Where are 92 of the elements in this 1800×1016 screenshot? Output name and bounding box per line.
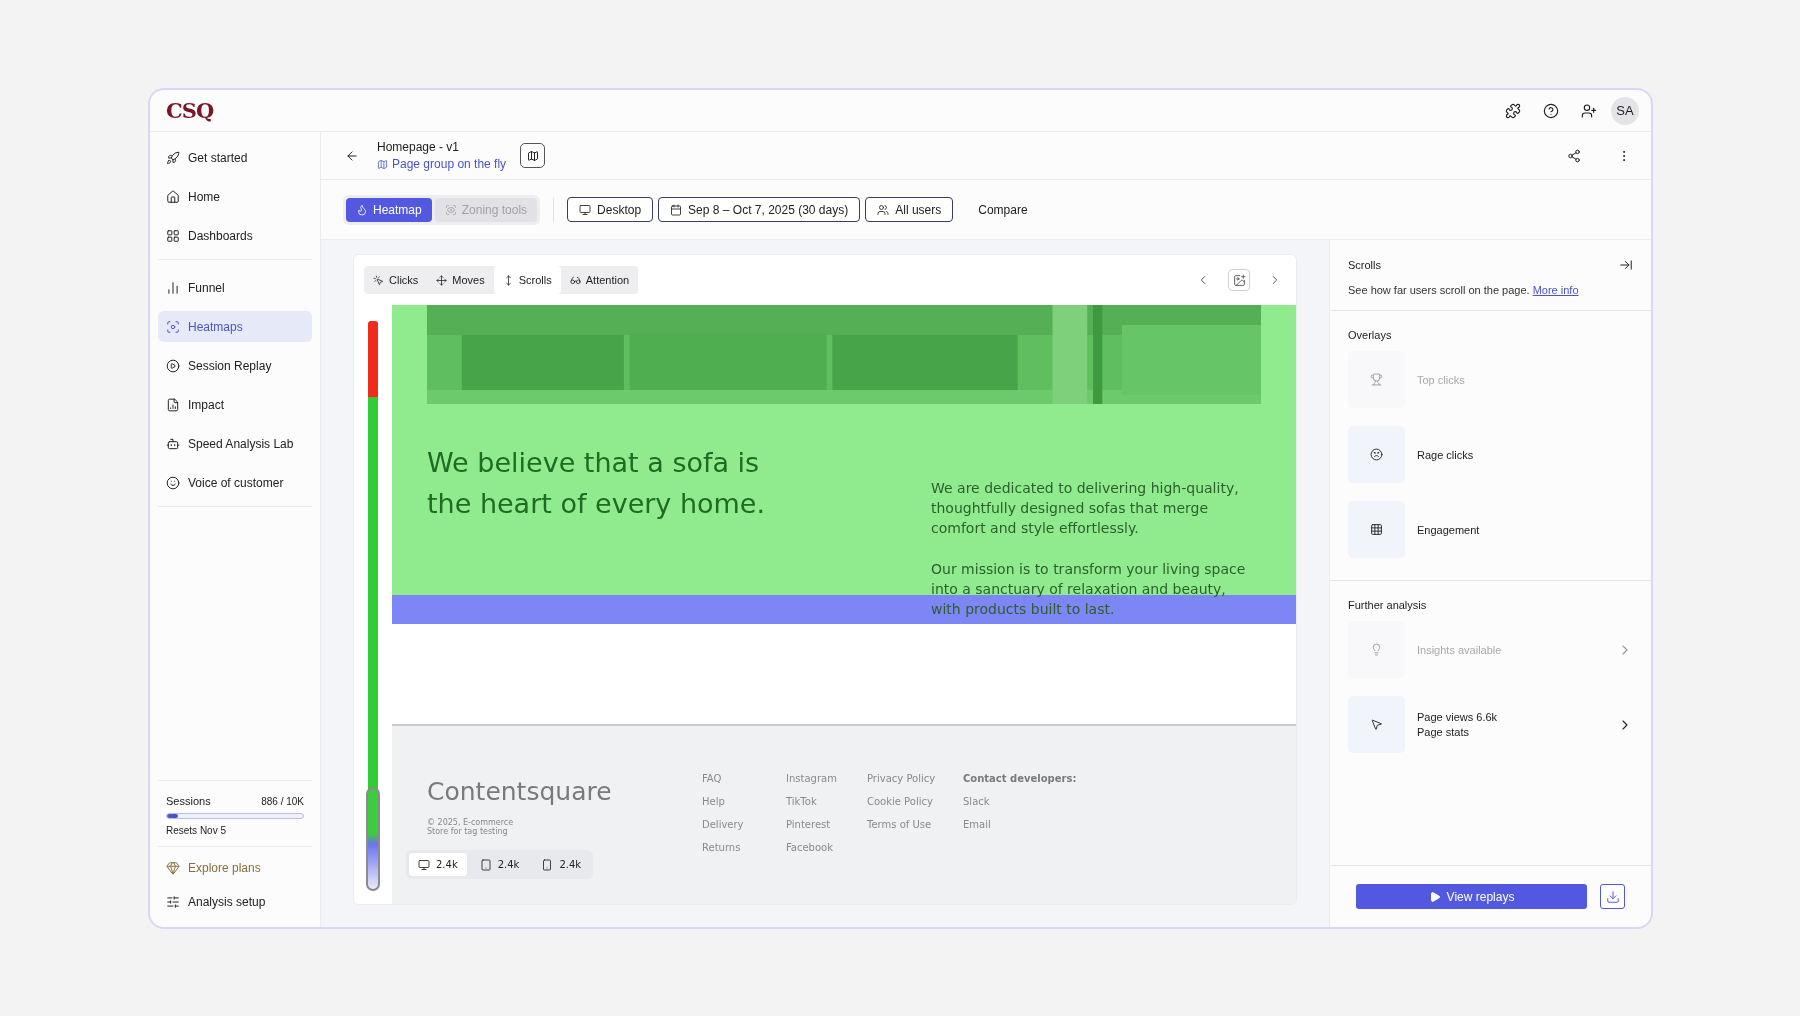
filter-button[interactable]: Desktop <box>567 197 654 222</box>
device-tab[interactable]: 2.4k <box>532 853 591 876</box>
compare-button[interactable]: Compare <box>972 201 1034 218</box>
page-group-link[interactable]: Page group on the fly <box>377 157 507 171</box>
sidebar-link[interactable]: Analysis setup <box>158 885 312 919</box>
page-title: Homepage - v1 <box>377 140 461 154</box>
sidebar-item[interactable]: Funnel <box>158 272 312 303</box>
paragraph: Our mission is to transform your living space into a sanctuary of relaxation and beauty, with products built to last. <box>931 560 1247 619</box>
headline: We believe that a sofa is the heart of every home. <box>427 446 767 521</box>
sidebar-item[interactable]: Impact <box>158 389 312 420</box>
view-replays-button[interactable]: View replays <box>1356 884 1587 909</box>
mode-tab[interactable]: Heatmap <box>346 197 432 222</box>
bar-chart-icon <box>166 280 180 295</box>
copyright-text: Store for tag testing <box>427 827 509 836</box>
users-icon <box>877 203 890 216</box>
pointer-icon <box>1370 718 1383 731</box>
overlay-label: Engagement <box>1417 523 1480 536</box>
download-icon <box>1605 889 1620 904</box>
view-mode-tab[interactable]: Scrolls <box>493 266 561 294</box>
add-user-icon <box>1581 102 1597 119</box>
footer-brand: Contentsquare <box>427 777 613 806</box>
sliders-icon <box>166 895 180 909</box>
sidebar-item[interactable]: Get started <box>158 142 312 173</box>
image-plus-icon <box>1232 273 1246 287</box>
overlay-label: Rage clicks <box>1417 448 1474 461</box>
footer-heading: Contact developers: <box>963 772 1078 786</box>
analysis-label: Page stats <box>1417 726 1470 738</box>
puzzle-icon <box>1505 102 1521 119</box>
overlay-button[interactable] <box>1348 501 1405 558</box>
copyright-text: © 2025, E-commerce <box>427 818 515 827</box>
move-icon <box>436 274 448 286</box>
cursor-click-icon <box>373 274 384 286</box>
focus-icon <box>166 319 180 334</box>
lightbulb-icon <box>1370 643 1383 656</box>
view-mode-tab[interactable]: Clicks <box>364 266 428 294</box>
sidebar-item[interactable]: Dashboards <box>158 220 312 251</box>
smile-icon <box>166 475 180 490</box>
tablet-icon <box>479 858 492 871</box>
more-info-link[interactable]: More info <box>1532 284 1579 296</box>
house-icon <box>166 189 180 204</box>
section-title: Further analysis <box>1348 599 1428 611</box>
analysis-label: Insights available <box>1417 643 1502 656</box>
view-mode-tab[interactable]: Attention <box>560 266 639 294</box>
play-icon <box>1428 890 1441 903</box>
map-icon <box>526 149 539 162</box>
download-button[interactable] <box>1600 884 1625 909</box>
calendar-icon <box>670 203 683 216</box>
share-icon <box>1567 148 1581 163</box>
angry-face-icon <box>1370 448 1383 461</box>
rocket-icon <box>166 150 180 165</box>
analysis-label: Page views 6.6k <box>1417 711 1498 723</box>
document-chart-icon <box>166 397 180 412</box>
panel-title: Scrolls <box>1348 259 1381 271</box>
grid-icon <box>166 228 180 243</box>
filter-button[interactable]: Sep 8 – Oct 7, 2025 (30 days) <box>658 197 861 222</box>
user-avatar[interactable]: SA <box>1611 96 1639 125</box>
grid-icon <box>1370 523 1383 536</box>
trophy-icon <box>1370 373 1383 386</box>
filter-button[interactable]: All users <box>865 197 954 222</box>
logo: CSQ <box>166 98 214 123</box>
section-title: Overlays <box>1348 329 1393 341</box>
sessions-reset-note: Resets Nov 5 <box>166 825 228 836</box>
snapshot-button[interactable] <box>1228 269 1250 291</box>
play-circle-icon <box>166 358 180 373</box>
monitor-icon <box>579 203 592 216</box>
sessions-count: 886 / 10K <box>261 795 304 807</box>
monitor-icon <box>418 858 430 871</box>
sidebar-item[interactable]: Heatmaps <box>158 311 312 342</box>
collapse-icon <box>1619 258 1633 272</box>
sidebar-item[interactable]: Voice of customer <box>158 467 312 498</box>
collapse-button[interactable] <box>1619 258 1633 272</box>
sidebar-item[interactable]: Home <box>158 181 312 212</box>
analysis-item[interactable]: Page views 6.6k Page stats <box>1348 696 1633 753</box>
scan-icon <box>444 203 457 216</box>
sidebar-item[interactable]: Speed Analysis Lab <box>158 428 312 459</box>
sessions-label: Sessions <box>166 795 211 807</box>
flame-icon <box>356 203 368 216</box>
glasses-icon <box>569 274 581 286</box>
robot-icon <box>166 436 180 451</box>
diamond-icon <box>166 861 180 875</box>
sidebar-item[interactable]: Session Replay <box>158 350 312 381</box>
paragraph: We are dedicated to delivering high-quality, thoughtfully designed sofas that merge comfort and style effortlessly. <box>931 479 1240 538</box>
overlay-label: Top clicks <box>1417 373 1465 386</box>
sidebar-link[interactable]: Explore plans <box>158 851 312 885</box>
panel-description: See how far users scroll on the page. More info <box>1348 284 1580 296</box>
device-tab[interactable]: 2.4k <box>409 853 467 876</box>
map-button[interactable] <box>520 143 546 168</box>
view-mode-tab[interactable]: Moves <box>427 266 494 294</box>
phone-icon <box>541 858 554 871</box>
device-tab[interactable]: 2.4k <box>470 853 529 876</box>
help-icon <box>1543 102 1559 119</box>
map-icon <box>377 158 388 170</box>
